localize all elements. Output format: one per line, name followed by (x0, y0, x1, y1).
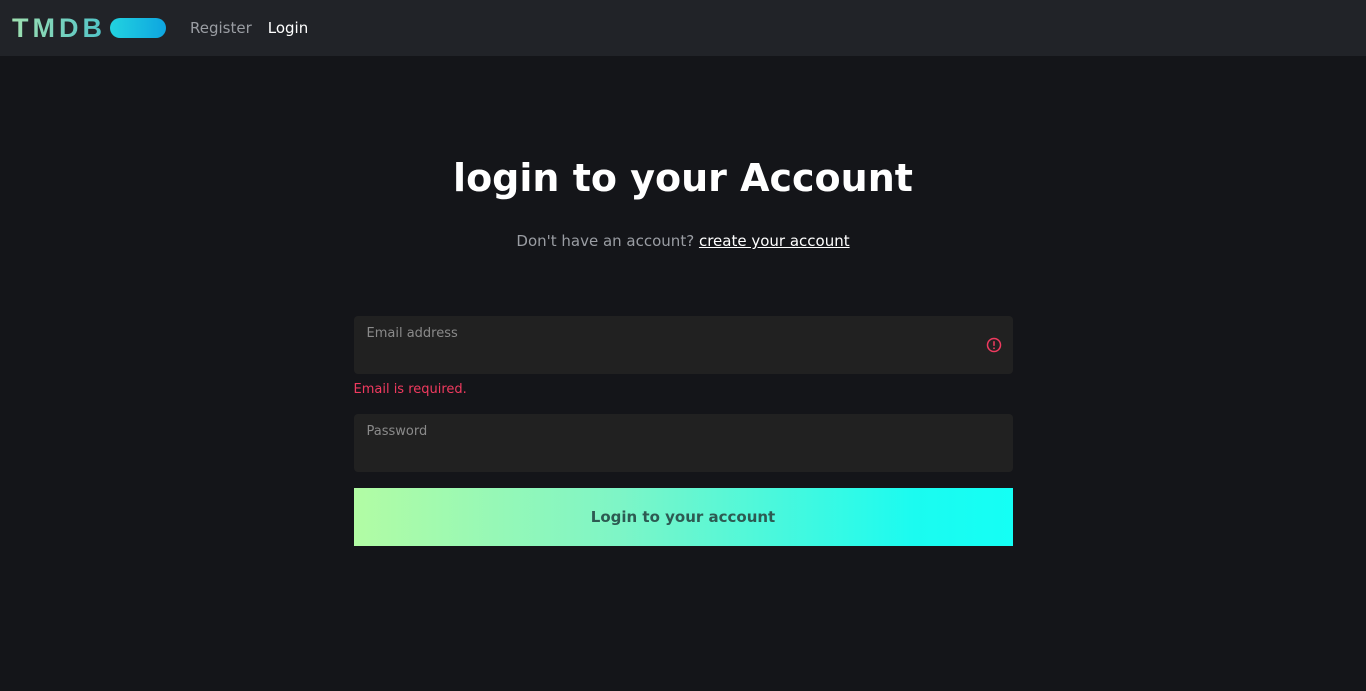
email-field[interactable]: Email address (353, 316, 1013, 374)
email-label: Email address (366, 326, 458, 341)
create-account-link[interactable]: create your account (699, 232, 850, 250)
nav-link-login[interactable]: Login (268, 19, 308, 37)
brand-logo[interactable]: TMDB (12, 13, 166, 44)
signup-prompt-text: Don't have an account? (516, 232, 695, 250)
password-field[interactable]: Password (353, 414, 1013, 472)
alert-circle-icon (986, 337, 1001, 353)
password-input[interactable] (366, 443, 1000, 459)
signup-prompt: Don't have an account? create your accou… (354, 232, 1013, 250)
email-input[interactable] (366, 345, 1000, 361)
login-form: Email address Email is required. Passwor… (353, 316, 1013, 546)
brand-text: TMDB (12, 12, 106, 43)
brand-pill-graphic (109, 18, 166, 38)
page-title: login to your Account (453, 156, 913, 200)
email-error-message: Email is required. (353, 382, 467, 397)
login-section: login to your Account Don't have an acco… (353, 56, 1013, 546)
password-label: Password (366, 424, 428, 439)
nav-link-register[interactable]: Register (190, 19, 252, 37)
navbar: TMDB Register Login (0, 0, 1366, 56)
login-button[interactable]: Login to your account (353, 488, 1013, 546)
